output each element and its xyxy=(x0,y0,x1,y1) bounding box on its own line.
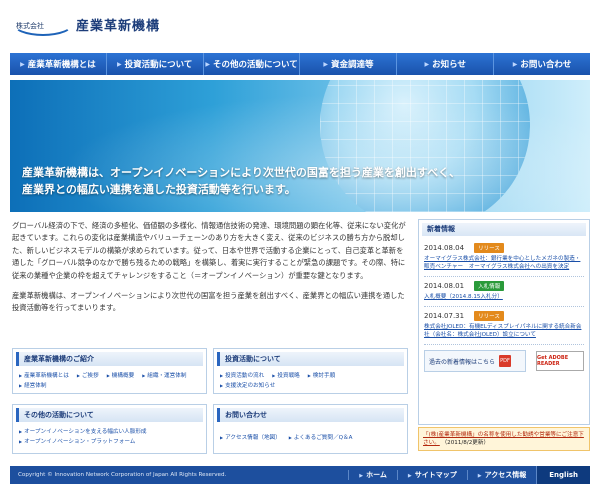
triangle-icon: ▶ xyxy=(220,373,224,378)
triangle-icon: ▶ xyxy=(272,373,276,378)
nav-item-investment[interactable]: ▶ 投資活動について xyxy=(107,53,204,75)
box-title: その他の活動について xyxy=(16,408,203,422)
link-faq[interactable]: ▶ よくあるご質問／Q＆A xyxy=(289,433,353,443)
link-organization[interactable]: ▶ 組織・運営体制 xyxy=(142,371,186,381)
box-title: お問い合わせ xyxy=(217,408,404,422)
triangle-icon: ▶ xyxy=(19,439,23,444)
box-other-activities: その他の活動について ▶ オープンイノベーションを支える幅広い人脈形成 ▶ オープン… xyxy=(12,404,207,454)
main-intro: グローバル経済の下で、経済の多極化、価値観の多様化、情報通信技術の発達、環境問題… xyxy=(12,220,408,323)
triangle-icon: ▶ xyxy=(19,429,23,434)
pdf-icon: PDF xyxy=(499,355,512,367)
link-access-map[interactable]: ▶ アクセス情報（地図） xyxy=(220,433,281,443)
nav-item-funding[interactable]: ▶ 資金調達等 xyxy=(300,53,398,75)
hero-caption: 産業革新機構は、オープンイノベーションにより次世代の国富を担う産業を創出すべく、… xyxy=(22,164,460,198)
link-network-building[interactable]: ▶ オープンイノベーションを支える幅広い人脈形成 xyxy=(19,427,192,437)
news-title: 新着情報 xyxy=(422,223,586,236)
link-management[interactable]: ▶ 経営体制 xyxy=(19,381,46,391)
site-header: 株式会社 産業革新機構 xyxy=(0,0,600,48)
footer-link-home[interactable]: ▶ ホーム xyxy=(348,470,397,480)
news-item: 2014.07.31 リリース 株式会社JOLED：有機ELディスプレイパネルに… xyxy=(424,307,584,345)
news-badge: リリース xyxy=(474,243,504,253)
triangle-icon: ▶ xyxy=(19,383,23,388)
global-nav: ▶ 産業革新機構とは ▶ 投資活動について ▶ その他の活動について ▶ 資金調達等 ▶… xyxy=(10,53,590,75)
news-date: 2014.08.01 xyxy=(424,282,465,290)
nav-item-contact[interactable]: ▶ お問い合わせ xyxy=(494,53,590,75)
news-link[interactable]: 入札概要（2014.8.15入札分） xyxy=(424,293,584,301)
intro-paragraph-1: グローバル経済の下で、経済の多極化、価値観の多様化、情報通信技術の発達、環境問題… xyxy=(12,221,406,280)
triangle-icon: ▶ xyxy=(220,435,224,440)
triangle-icon: ▶ xyxy=(307,373,311,378)
link-invest-flow[interactable]: ▶ 投資活動の流れ xyxy=(220,371,264,381)
triangle-icon: ▶ xyxy=(220,383,224,388)
hero-caption-line1: 産業革新機構は、オープンイノベーションにより次世代の国富を担う産業を創出すべく、 xyxy=(22,166,461,179)
news-date: 2014.08.04 xyxy=(424,244,465,252)
link-review-procedure[interactable]: ▶ 検討手順 xyxy=(308,371,335,381)
link-open-innovation-platform[interactable]: ▶ オープンイノベーション・プラットフォーム xyxy=(19,437,192,447)
news-badge: 入札情報 xyxy=(474,281,505,291)
news-item: 2014.08.04 リリース オーマイグラス株式会社：銀行業を中心としたメガネ… xyxy=(424,239,584,277)
past-news-button[interactable]: 過去の新着情報はこちら PDF xyxy=(424,350,526,372)
triangle-icon: ▶ xyxy=(19,373,23,378)
logo-corp-prefix: 株式会社 xyxy=(16,22,44,30)
news-panel: 新着情報 2014.08.04 リリース オーマイグラス株式会社：銀行業を中心と… xyxy=(418,219,590,425)
logo-mark: 株式会社 xyxy=(12,10,74,36)
box-intro: 産業革新機構のご紹介 ▶ 産業革新機構とは ▶ ご挨拶 ▶ 機構概要 ▶ 組織・運営体制… xyxy=(12,348,207,394)
chevron-right-icon: ▶ xyxy=(205,60,210,68)
intro-paragraph-2: 産業革新機構は、オープンイノベーションにより次世代の国富を担う産業を創出すべく、… xyxy=(12,291,405,313)
caution-notice: 「(株)産業革新機構」の名称を使用した勧誘や営業等にご注意下さい。 （2011/… xyxy=(418,427,590,451)
chevron-right-icon: ▶ xyxy=(323,60,328,68)
nav-label: 産業革新機構とは xyxy=(27,60,96,70)
nav-label: その他の活動について xyxy=(213,60,298,70)
triangle-icon: ▶ xyxy=(106,373,110,378)
hero-banner: 産業革新機構は、オープンイノベーションにより次世代の国富を担う産業を創出すべく、… xyxy=(10,80,590,212)
box-title: 産業革新機構のご紹介 xyxy=(16,352,203,366)
news-link[interactable]: 株式会社JOLED：有機ELディスプレイパネルに関する統合新会社（会社名：株式会… xyxy=(424,323,584,339)
adobe-reader-badge[interactable]: Get ADOBE READER xyxy=(536,351,584,371)
news-badge: リリース xyxy=(474,311,504,321)
triangle-icon: ▶ xyxy=(76,373,80,378)
footer-link-english[interactable]: English xyxy=(536,466,590,484)
chevron-right-icon: ▶ xyxy=(477,473,482,479)
hero-caption-line2: 産業界との幅広い連携を通した投資活動等を行います。 xyxy=(22,183,296,196)
triangle-icon: ▶ xyxy=(142,373,146,378)
nav-label: 資金調達等 xyxy=(330,60,374,70)
footer-link-access[interactable]: ▶ アクセス情報 xyxy=(466,470,537,480)
box-title: 投資活動について xyxy=(217,352,404,366)
nav-item-news[interactable]: ▶ お知らせ xyxy=(397,53,495,75)
caution-date: （2011/8/2更新） xyxy=(441,440,490,446)
link-greeting[interactable]: ▶ ご挨拶 xyxy=(77,371,99,381)
link-about[interactable]: ▶ 産業革新機構とは xyxy=(19,371,69,381)
chevron-right-icon: ▶ xyxy=(512,60,518,68)
logo-company-name: 産業革新機構 xyxy=(76,18,161,34)
past-news-label: 過去の新着情報はこちら xyxy=(429,358,496,366)
link-support-decisions[interactable]: ▶ 支援決定のお知らせ xyxy=(220,381,275,391)
chevron-right-icon: ▶ xyxy=(424,60,430,68)
chevron-right-icon: ▶ xyxy=(117,60,122,68)
news-item: 2014.08.01 入札情報 入札概要（2014.8.15入札分） xyxy=(424,277,584,307)
site-footer: Copyright © Innovation Network Corporati… xyxy=(10,466,590,484)
news-link[interactable]: オーマイグラス株式会社：銀行業を中心としたメガネの製造・販売ベンチャー オーマイ… xyxy=(424,255,584,271)
box-investment: 投資活動について ▶ 投資活動の流れ ▶ 投資戦略 ▶ 検討手順 ▶ 支援決定のお知らせ xyxy=(213,348,408,394)
news-date: 2014.07.31 xyxy=(424,312,465,320)
chevron-right-icon: ▶ xyxy=(20,60,25,68)
nav-item-about[interactable]: ▶ 産業革新機構とは xyxy=(10,53,107,75)
chevron-right-icon: ▶ xyxy=(407,473,412,479)
link-invest-strategy[interactable]: ▶ 投資戦略 xyxy=(272,371,299,381)
triangle-icon: ▶ xyxy=(288,435,292,440)
nav-label: お知らせ xyxy=(432,60,466,70)
copyright-text: Copyright © Innovation Network Corporati… xyxy=(18,472,227,478)
nav-label: 投資活動について xyxy=(124,60,193,70)
link-overview[interactable]: ▶ 機構概要 xyxy=(107,371,134,381)
nav-item-other-activities[interactable]: ▶ その他の活動について xyxy=(204,53,301,75)
nav-label: お問い合わせ xyxy=(520,60,572,70)
footer-link-sitemap[interactable]: ▶ サイトマップ xyxy=(396,470,467,480)
box-contact: お問い合わせ ▶ アクセス情報（地図） ▶ よくあるご質問／Q＆A xyxy=(213,404,408,454)
chevron-right-icon: ▶ xyxy=(359,473,364,479)
company-logo[interactable]: 株式会社 産業革新機構 xyxy=(12,10,160,36)
